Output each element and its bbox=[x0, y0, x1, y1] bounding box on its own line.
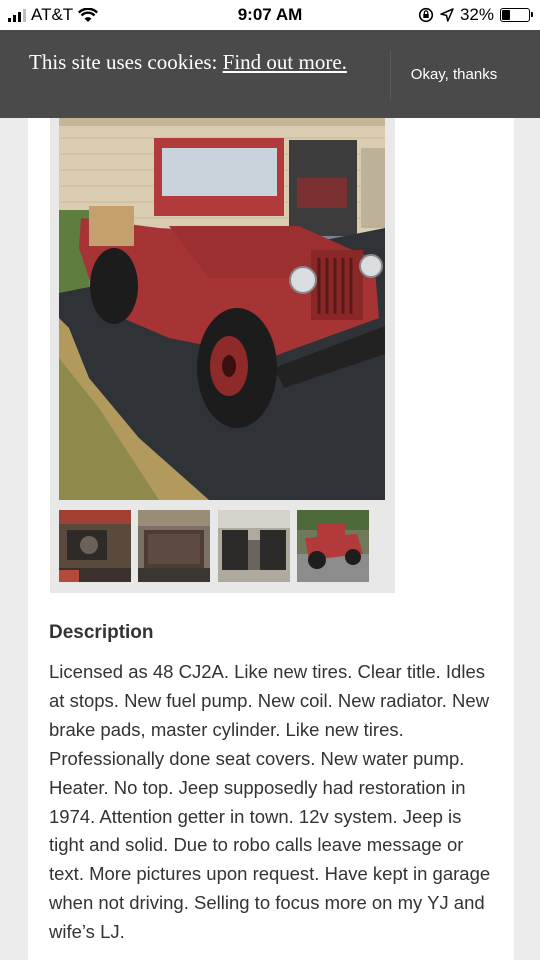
battery-percent: 32% bbox=[459, 5, 494, 24]
battery-level bbox=[502, 10, 510, 20]
cookie-find-out-more-link[interactable]: Find out more. bbox=[223, 50, 347, 74]
cookie-banner: This site uses cookies: Find out more. O… bbox=[0, 30, 540, 118]
thumbnail-engine[interactable] bbox=[59, 510, 131, 582]
thumbnail-jeep-side[interactable] bbox=[297, 510, 369, 582]
status-bar: AT&T 9:07 AM 32% bbox=[0, 0, 540, 30]
status-right: 32% bbox=[418, 5, 533, 25]
cookie-notice: This site uses cookies: Find out more. bbox=[29, 50, 369, 74]
description-heading: Description bbox=[49, 622, 154, 643]
description-body: Licensed as 48 CJ2A. Like new tires. Cle… bbox=[49, 661, 491, 943]
main-photo[interactable] bbox=[59, 118, 385, 500]
thumbnail-interior[interactable] bbox=[218, 510, 290, 582]
battery-icon bbox=[500, 8, 533, 22]
cookie-text: This site uses cookies: bbox=[29, 50, 223, 74]
thumbnail-truck-bed[interactable] bbox=[138, 510, 210, 582]
cookie-accept-button[interactable]: Okay, thanks bbox=[392, 60, 516, 88]
location-arrow-icon bbox=[440, 8, 454, 22]
cookie-divider bbox=[390, 50, 391, 100]
screen-rotation-lock-icon bbox=[418, 7, 434, 23]
